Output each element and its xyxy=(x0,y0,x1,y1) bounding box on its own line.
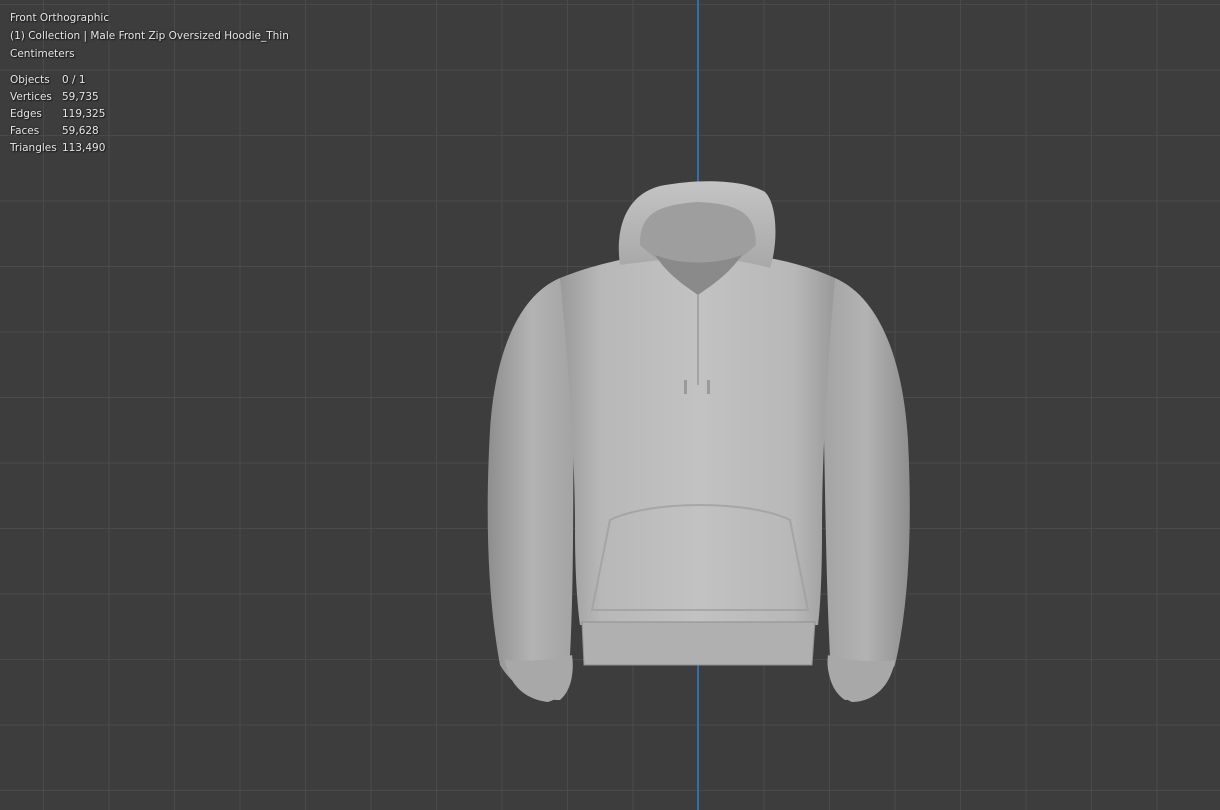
scene-statistics: Objects 0 / 1 Vertices 59,735 Edges 119,… xyxy=(10,72,105,157)
stat-row-edges: Edges 119,325 xyxy=(10,106,105,123)
stat-label: Vertices xyxy=(10,91,52,103)
right-cuff xyxy=(827,655,895,702)
stat-label: Edges xyxy=(10,108,42,120)
units-label: Centimeters xyxy=(10,48,75,60)
stat-value: 59,628 xyxy=(62,125,99,137)
waistband xyxy=(581,621,816,666)
drawstring-right xyxy=(707,380,710,394)
left-sleeve xyxy=(487,278,575,700)
stat-row-triangles: Triangles 113,490 xyxy=(10,140,105,157)
stat-label: Objects xyxy=(10,74,50,86)
view-name: Front Orthographic xyxy=(10,12,110,24)
stat-value: 59,735 xyxy=(62,91,99,103)
stat-label: Triangles xyxy=(10,142,57,154)
drawstring-left xyxy=(684,380,687,394)
stat-label: Faces xyxy=(10,125,40,137)
stat-row-objects: Objects 0 / 1 xyxy=(10,72,105,89)
right-sleeve xyxy=(822,278,910,700)
3d-viewport[interactable]: Front Orthographic (1) Collection | Male… xyxy=(0,0,1220,810)
stat-value: 119,325 xyxy=(62,108,106,120)
stat-value: 0 / 1 xyxy=(62,74,86,86)
stat-row-faces: Faces 59,628 xyxy=(10,123,105,140)
hoodie-3d-model[interactable] xyxy=(470,180,930,710)
collection-label: (1) Collection | Male Front Zip Oversize… xyxy=(10,30,289,42)
stat-row-vertices: Vertices 59,735 xyxy=(10,89,105,106)
stat-value: 113,490 xyxy=(62,142,106,154)
viewport-overlay-info: Front Orthographic (1) Collection | Male… xyxy=(10,9,289,63)
